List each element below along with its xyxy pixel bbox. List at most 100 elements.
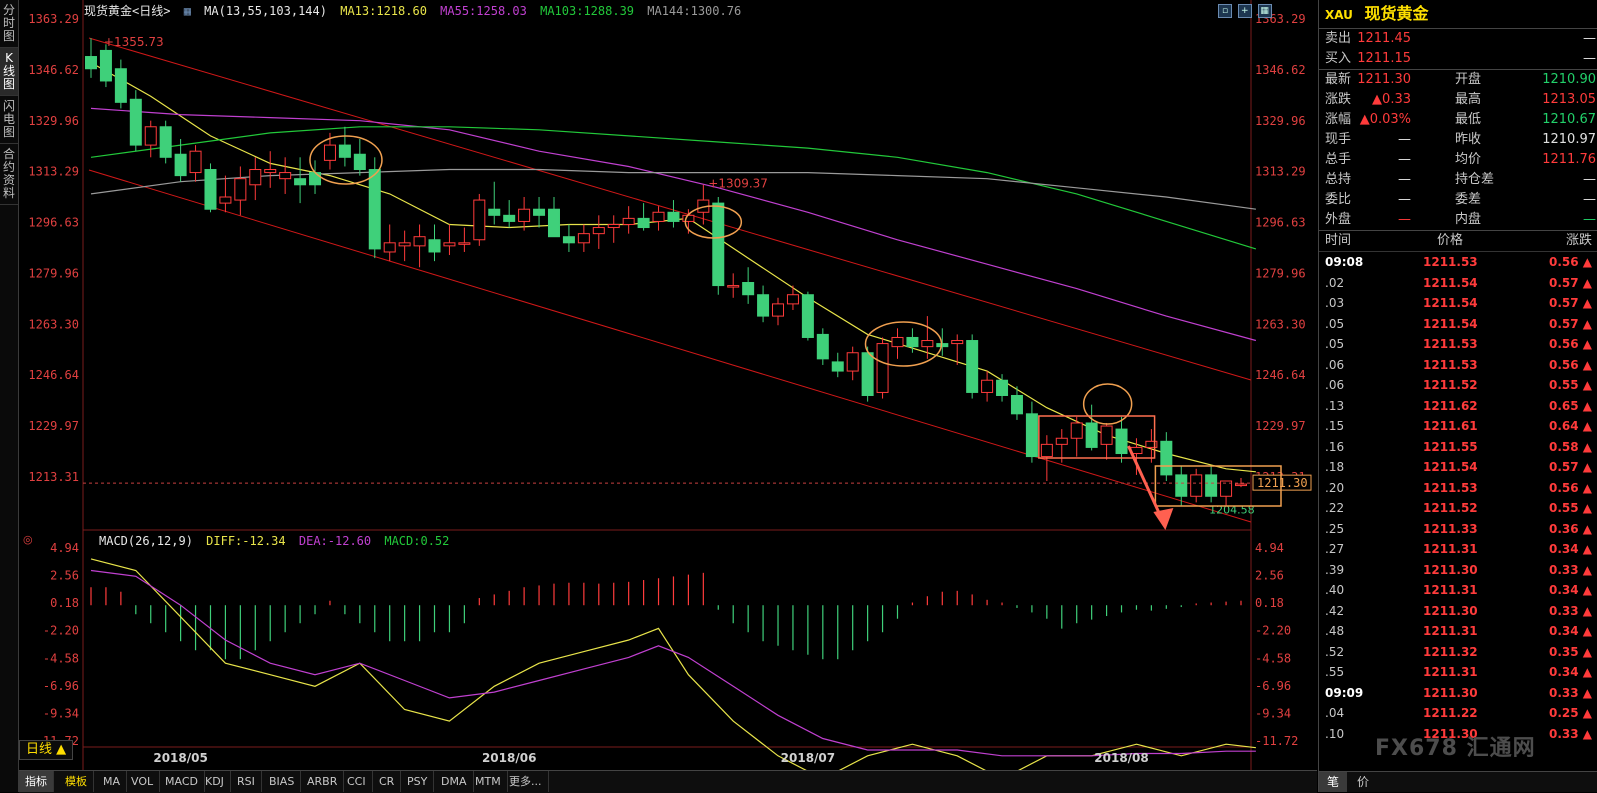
tick-change: 0.56 ▲ (1548, 480, 1592, 495)
quote-label: 委比 (1325, 192, 1352, 207)
grid-icon[interactable]: ▦ (1257, 4, 1272, 18)
quote-row: 总持 — 持仓差 — (1319, 170, 1597, 190)
tick-change: 0.56 ▲ (1548, 357, 1592, 372)
tab-arbr[interactable]: ARBR (301, 771, 345, 792)
symbol-name: 现货黄金 (1364, 4, 1429, 23)
highlight-ellipse (1082, 383, 1133, 425)
tab-kline[interactable]: K线图 (0, 48, 18, 96)
quote-row: 涨幅 ▲0.03% 最低 1210.67 (1319, 110, 1597, 130)
tab-kdj[interactable]: KDJ (199, 771, 231, 792)
quote-value-2: 1210.90 (1542, 72, 1596, 87)
up-arrow-icon: ▲ (1578, 296, 1592, 310)
tick-change: 0.33 ▲ (1548, 603, 1592, 618)
quote-value: 1211.30 (1357, 72, 1411, 87)
quote-label: 现手 (1325, 132, 1352, 147)
restore-icon[interactable]: ▫ (1218, 4, 1232, 18)
tab-flash[interactable]: 闪电图 (0, 96, 18, 144)
tick-change: 0.65 ▲ (1548, 398, 1592, 413)
tick-time: .27 (1325, 542, 1345, 556)
tab-psy[interactable]: PSY (401, 771, 435, 792)
tick-price: 1211.30 (1423, 603, 1478, 618)
col-change: 涨跌 (1565, 233, 1592, 248)
up-arrow-icon: ▲ (1578, 542, 1592, 556)
candle-body (353, 153, 366, 171)
high-annotation: +1355.73 (104, 35, 164, 49)
tab-contract-info[interactable]: 合约资料 (0, 144, 18, 205)
tab-bias[interactable]: BIAS (263, 771, 302, 792)
ma-settings-icon[interactable]: ▦ (184, 4, 191, 18)
candle-body (398, 242, 411, 247)
tick-change: 0.34 ▲ (1548, 624, 1592, 638)
tab-ma[interactable]: MA (97, 771, 128, 792)
up-arrow-icon: ▲ (1578, 624, 1592, 638)
trend-channel-line (88, 169, 1252, 523)
price-axis-label-right: 1229.97 (1255, 419, 1306, 433)
tick-row: .02 1211.54 0.57 ▲ (1319, 273, 1597, 294)
tick-price: 1211.31 (1423, 542, 1478, 556)
up-arrow-icon: ▲ (1578, 665, 1592, 679)
price-axis-label-right: 1329.96 (1255, 114, 1306, 128)
tab-more[interactable]: 更多... (503, 771, 549, 792)
candle-body (503, 214, 516, 222)
tab-dma[interactable]: DMA (435, 771, 474, 792)
candle-body (637, 217, 650, 229)
candle-body (622, 217, 635, 225)
period-selector[interactable]: 日线 ▲ (19, 740, 74, 760)
candle-body (592, 227, 605, 235)
tab-indicators[interactable]: 指标 (19, 771, 54, 792)
up-arrow-icon: ▲ (1578, 357, 1592, 372)
up-arrow-icon: ▲ (1578, 316, 1592, 331)
date-axis-label: 2018/07 (781, 751, 835, 765)
candle-body (861, 352, 874, 396)
tick-row: .06 1211.53 0.56 ▲ (1319, 355, 1597, 376)
tick-change: 0.58 ▲ (1548, 439, 1592, 454)
kline-chart-area[interactable]: 1363.29 1363.29 1346.62 1346.62 1329.96 1329.… (19, 0, 1317, 770)
tick-change: 0.34 ▲ (1548, 665, 1592, 679)
candle-body (309, 172, 322, 186)
up-arrow-icon: ▲ (1578, 562, 1592, 577)
tab-timeshare[interactable]: 分时图 (0, 0, 18, 48)
quote-label-2: 最低 (1455, 112, 1482, 127)
kline-chart[interactable]: 1363.29 1363.291346.62 1346.621329.96 1329.… (19, 0, 1317, 770)
tick-time: .05 (1325, 316, 1345, 331)
candle-body (1055, 437, 1068, 445)
tick-price: 1211.31 (1423, 583, 1478, 597)
macd-settings-icon[interactable]: ◎ (23, 533, 33, 546)
tab-cci[interactable]: CCI (341, 771, 373, 792)
tick-row: .03 1211.54 0.57 ▲ (1319, 293, 1597, 314)
quote-header: XAU 现货黄金 (1319, 0, 1597, 29)
tick-time: .06 (1325, 357, 1345, 372)
zoom-icon[interactable]: + (1237, 4, 1252, 18)
arrow-shaft (1127, 445, 1163, 519)
tick-price: 1211.30 (1423, 562, 1478, 577)
candle-body (129, 98, 142, 146)
candle-body (1115, 428, 1128, 455)
tab-by-trade[interactable]: 笔 (1319, 772, 1348, 792)
tick-price: 1211.62 (1423, 398, 1478, 413)
macd-axis-label-left: -4.58 (43, 651, 79, 665)
tick-price: 1211.22 (1423, 706, 1478, 720)
quote-label-2: 内盘 (1455, 212, 1482, 227)
diff-value: DIFF:-12.34 (206, 534, 286, 548)
macd-value: MACD:0.52 (384, 534, 450, 548)
tab-by-price[interactable]: 价 (1349, 772, 1377, 792)
tab-templates[interactable]: 模板 (59, 771, 94, 792)
macd-axis-label-right: -6.96 (1255, 679, 1291, 693)
tab-mtm[interactable]: MTM (469, 771, 508, 792)
quote-value: ▲0.33 (1372, 92, 1411, 107)
candle-body (682, 214, 695, 222)
up-arrow-icon: ▲ (1578, 337, 1592, 351)
quote-value-2: 1213.05 (1542, 92, 1596, 107)
candle-body (667, 211, 680, 222)
quote-value-2: — (1583, 31, 1596, 46)
candle-body (174, 153, 187, 177)
tick-list[interactable]: 09:08 1211.53 0.56 ▲ .02 1211.54 0.57 ▲ .03 121… (1319, 252, 1597, 744)
quote-value: — (1398, 212, 1411, 227)
tab-rsi[interactable]: RSI (231, 771, 262, 792)
tab-vol[interactable]: VOL (125, 771, 161, 792)
tab-cr[interactable]: CR (373, 771, 402, 792)
candle-body (936, 343, 949, 348)
macd-axis-label-left: -9.34 (43, 706, 79, 720)
up-arrow-icon: ▲ (1578, 439, 1592, 454)
tick-row: .06 1211.52 0.55 ▲ (1319, 375, 1597, 396)
